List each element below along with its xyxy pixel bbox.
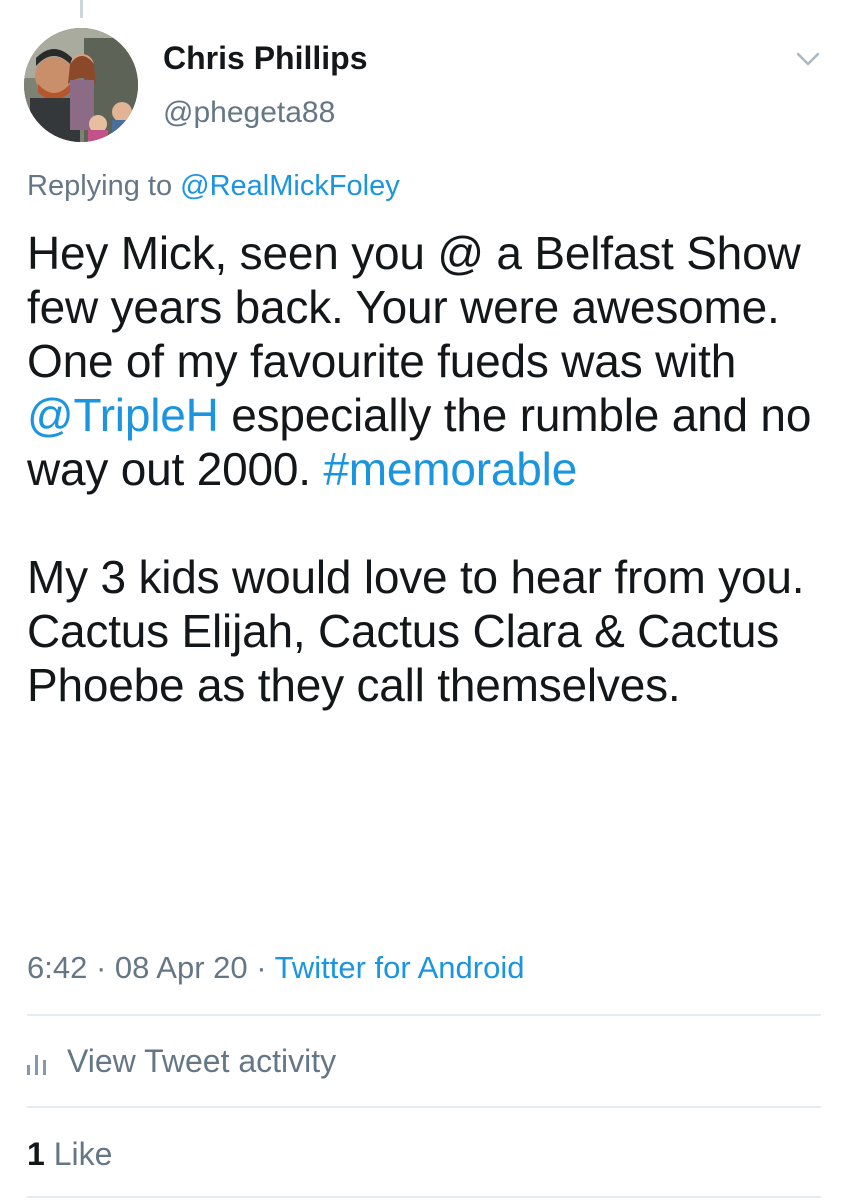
- divider: [27, 1196, 821, 1198]
- view-tweet-activity-label: View Tweet activity: [67, 1043, 337, 1079]
- activity-bars-icon: [27, 1049, 49, 1075]
- divider: [27, 1106, 821, 1108]
- hashtag-link[interactable]: #memorable: [323, 443, 577, 495]
- replying-to: Replying to @RealMickFoley: [27, 170, 400, 203]
- author-name[interactable]: Chris Phillips: [163, 40, 367, 77]
- tweet-source-link[interactable]: Twitter for Android: [275, 950, 525, 985]
- meta-separator: ·: [247, 950, 275, 985]
- replying-to-label: Replying to: [27, 170, 181, 202]
- tweet-paragraph: Hey Mick, seen you @ a Belfast Show few …: [27, 226, 827, 496]
- likes-count[interactable]: 1 Like: [27, 1136, 112, 1173]
- view-tweet-activity-button[interactable]: View Tweet activity: [27, 1043, 336, 1080]
- tweet-paragraph: My 3 kids would love to hear from you. C…: [27, 551, 805, 711]
- tweet-text: Hey Mick, seen you @ a Belfast Show few …: [27, 226, 827, 712]
- avatar[interactable]: [24, 28, 138, 142]
- chevron-down-icon[interactable]: [790, 44, 826, 74]
- divider: [27, 1014, 821, 1016]
- reply-mention-link[interactable]: @RealMickFoley: [180, 170, 400, 202]
- tweet-text-part: Hey Mick, seen you @ a Belfast Show few …: [27, 227, 801, 387]
- tweet-metadata: 6:42 · 08 Apr 20 · Twitter for Android: [27, 950, 524, 986]
- thread-connector-line: [80, 0, 83, 18]
- like-label: Like: [44, 1136, 113, 1172]
- author-handle[interactable]: @phegeta88: [163, 96, 335, 130]
- meta-separator: ·: [87, 950, 115, 985]
- mention-link[interactable]: @TripleH: [27, 389, 219, 441]
- avatar-photo-icon: [24, 28, 138, 142]
- tweet-date[interactable]: 08 Apr 20: [115, 950, 248, 985]
- like-count-number: 1: [27, 1136, 45, 1172]
- tweet-time[interactable]: 6:42: [27, 950, 87, 985]
